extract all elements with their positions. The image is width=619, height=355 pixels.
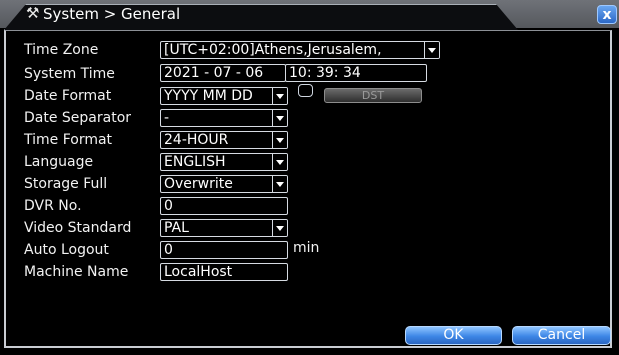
chevron-down-icon bbox=[424, 42, 439, 58]
date-format-label: Date Format bbox=[24, 88, 112, 104]
time-zone-select[interactable]: [UTC+02:00]Athens,Jerusalem, bbox=[160, 41, 440, 59]
system-time-value: 10: 39: 34 bbox=[289, 65, 361, 81]
language-label: Language bbox=[24, 154, 94, 170]
close-button[interactable]: x bbox=[597, 5, 617, 24]
date-format-value: YYYY MM DD bbox=[164, 88, 253, 104]
time-format-label: Time Format bbox=[24, 132, 113, 148]
chevron-down-icon bbox=[272, 110, 287, 126]
dvr-no-value: 0 bbox=[164, 198, 173, 214]
chevron-down-icon bbox=[272, 88, 287, 104]
dvr-no-label: DVR No. bbox=[24, 198, 82, 214]
video-standard-label: Video Standard bbox=[24, 220, 132, 236]
language-value: ENGLISH bbox=[164, 154, 226, 170]
storage-full-label: Storage Full bbox=[24, 176, 108, 192]
time-zone-value: [UTC+02:00]Athens,Jerusalem, bbox=[164, 42, 382, 58]
machine-name-value: LocalHost bbox=[164, 264, 233, 280]
close-icon: x bbox=[602, 7, 612, 23]
auto-logout-label: Auto Logout bbox=[24, 242, 109, 258]
date-separator-select[interactable]: - bbox=[160, 109, 288, 127]
tools-icon: ⚒ bbox=[26, 4, 40, 22]
chevron-down-icon bbox=[272, 220, 287, 236]
date-separator-label: Date Separator bbox=[24, 110, 132, 126]
storage-full-select[interactable]: Overwrite bbox=[160, 175, 288, 193]
dst-checkbox[interactable] bbox=[298, 84, 313, 97]
auto-logout-unit: min bbox=[293, 240, 320, 256]
title-bar: ⚒ System > General x bbox=[0, 0, 619, 30]
system-time-label: System Time bbox=[24, 66, 115, 82]
dvr-no-input[interactable]: 0 bbox=[160, 197, 288, 215]
ok-button[interactable]: OK bbox=[405, 326, 502, 345]
time-format-select[interactable]: 24-HOUR bbox=[160, 131, 288, 149]
system-time-input[interactable]: 10: 39: 34 bbox=[285, 64, 427, 82]
language-select[interactable]: ENGLISH bbox=[160, 153, 288, 171]
time-zone-label: Time Zone bbox=[24, 42, 99, 58]
storage-full-value: Overwrite bbox=[164, 176, 233, 192]
machine-name-label: Machine Name bbox=[24, 264, 129, 280]
system-date-value: 2021 - 07 - 06 bbox=[164, 65, 264, 81]
machine-name-input[interactable]: LocalHost bbox=[160, 263, 288, 281]
auto-logout-input[interactable]: 0 bbox=[160, 241, 288, 259]
chevron-down-icon bbox=[272, 132, 287, 148]
chevron-down-icon bbox=[272, 176, 287, 192]
dst-button[interactable]: DST bbox=[324, 88, 422, 103]
date-format-select[interactable]: YYYY MM DD bbox=[160, 87, 288, 105]
auto-logout-value: 0 bbox=[164, 242, 173, 258]
video-standard-select[interactable]: PAL bbox=[160, 219, 288, 237]
time-format-value: 24-HOUR bbox=[164, 132, 229, 148]
date-separator-value: - bbox=[164, 110, 170, 126]
system-date-input[interactable]: 2021 - 07 - 06 bbox=[160, 64, 286, 82]
chevron-down-icon bbox=[272, 154, 287, 170]
cancel-button[interactable]: Cancel bbox=[512, 326, 611, 345]
video-standard-value: PAL bbox=[164, 220, 189, 236]
settings-window: ⚒ System > General x Time Zone System Ti… bbox=[0, 0, 619, 355]
window-title: System > General bbox=[43, 5, 181, 23]
